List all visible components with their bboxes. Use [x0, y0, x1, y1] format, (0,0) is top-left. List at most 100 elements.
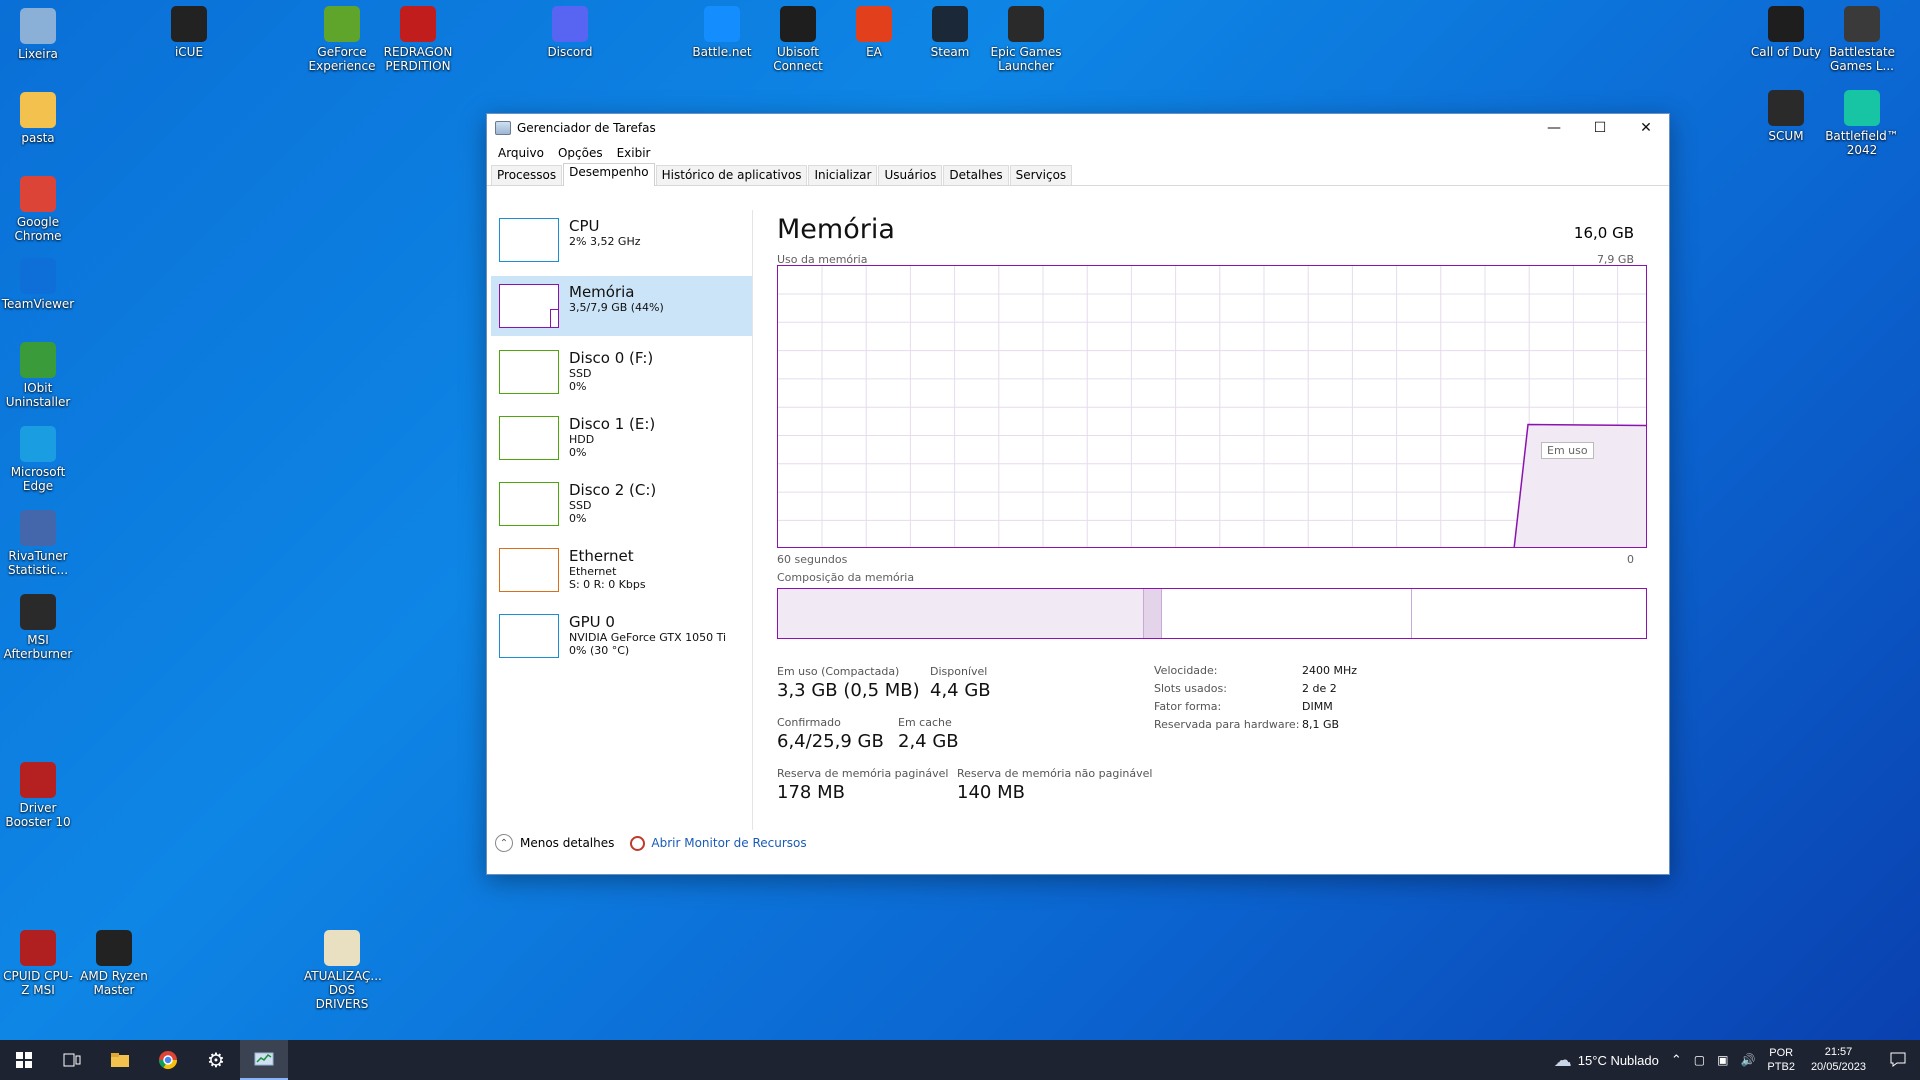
desktop-icon[interactable]: Google Chrome [0, 176, 76, 243]
menu-arquivo[interactable]: Arquivo [491, 146, 551, 160]
desktop-icon[interactable]: Lixeira [0, 8, 76, 61]
desktop-icon[interactable]: pasta [0, 92, 76, 145]
volume-icon[interactable]: 🔊 [1734, 1053, 1761, 1067]
resource-detail: 2% 3,52 GHz [569, 235, 641, 248]
maximize-button[interactable]: ☐ [1577, 114, 1623, 142]
tab-detalhes[interactable]: Detalhes [943, 165, 1009, 185]
desktop-icon[interactable]: CPUID CPU-Z MSI [0, 930, 76, 997]
tray-app-icon[interactable]: ▢ [1688, 1053, 1711, 1067]
resource-item[interactable]: Disco 2 (C:) SSD 0% [491, 474, 752, 534]
task-manager-taskbar-button[interactable] [240, 1040, 288, 1080]
menu-exibir[interactable]: Exibir [610, 146, 658, 160]
usage-graph-svg [778, 266, 1646, 547]
graph-tooltip: Em uso [1541, 442, 1594, 459]
desktop-icon[interactable]: EA [836, 6, 912, 59]
detail-value: 2400 MHz [1302, 664, 1358, 677]
desktop-icon-label: IObit Uninstaller [5, 381, 71, 409]
memory-usage-graph[interactable]: Em uso [777, 265, 1647, 548]
resource-item[interactable]: Ethernet Ethernet S: 0 R: 0 Kbps [491, 540, 752, 600]
tab-historico[interactable]: Histórico de aplicativos [655, 165, 808, 185]
desktop-icon-label: CPUID CPU-Z MSI [3, 969, 73, 997]
folder-icon [111, 1053, 129, 1067]
windows-logo-icon [16, 1052, 32, 1068]
tab-inicializar[interactable]: Inicializar [808, 165, 878, 185]
chevron-up-icon[interactable]: ⌃ [1665, 1052, 1688, 1068]
desktop-icon[interactable]: TeamViewer [0, 258, 76, 311]
rivatuner-icon [20, 510, 56, 546]
clock-date: 20/05/2023 [1810, 1061, 1866, 1073]
memory-panel: Memória 16,0 GB Uso da memória 7,9 GB Em… [777, 210, 1657, 830]
desktop-icon[interactable]: Battle.net [684, 6, 760, 59]
network-icon[interactable]: ▣ [1711, 1053, 1734, 1067]
desktop-icon[interactable]: MSI Afterburner [0, 594, 76, 661]
fewer-details-link[interactable]: Menos detalhes [520, 836, 614, 850]
tab-usuarios[interactable]: Usuários [878, 165, 943, 185]
file-explorer-button[interactable] [96, 1040, 144, 1080]
desktop-icon[interactable]: RivaTuner Statistic... [0, 510, 76, 577]
desktop-icon[interactable]: REDRAGON PERDITION [380, 6, 456, 73]
desktop-icon-label: Lixeira [18, 47, 58, 61]
resource-item[interactable]: Disco 0 (F:) SSD 0% [491, 342, 752, 402]
memory-details: Velocidade: 2400 MHz Slots usados: 2 de 2 Fa… [1154, 664, 1357, 736]
resource-detail: SSD [569, 499, 592, 512]
resource-item[interactable]: CPU 2% 3,52 GHz [491, 210, 752, 270]
stat-committed: Confirmado 6,4/25,9 GB [777, 716, 884, 752]
desktop-icon[interactable]: IObit Uninstaller [0, 342, 76, 409]
language-code: POR [1769, 1047, 1794, 1059]
scum-icon [1768, 90, 1804, 126]
composition-standby [1162, 589, 1412, 638]
resource-item[interactable]: GPU 0 NVIDIA GeForce GTX 1050 Ti 0% (30 °C… [491, 606, 752, 666]
desktop-icon[interactable]: iCUE [151, 6, 227, 59]
ryzen-icon [96, 930, 132, 966]
desktop-icon[interactable]: Epic Games Launcher [988, 6, 1064, 73]
language-indicator[interactable]: POR PTB2 [1761, 1046, 1801, 1074]
resource-detail: Ethernet [569, 565, 617, 578]
resource-monitor-icon [630, 835, 646, 851]
tab-desempenho[interactable]: Desempenho [563, 163, 655, 186]
desktop-icon[interactable]: AMD Ryzen Master [76, 930, 152, 997]
resource-item[interactable]: Disco 1 (E:) HDD 0% [491, 408, 752, 468]
driver-booster-icon [20, 762, 56, 798]
geforce-icon [324, 6, 360, 42]
desktop-icon[interactable]: Ubisoft Connect [760, 6, 836, 73]
menu-bar: Arquivo Opções Exibir [487, 142, 1669, 164]
task-view-button[interactable] [48, 1040, 96, 1080]
memory-composition-bar[interactable] [777, 588, 1647, 639]
weather-widget[interactable]: ☁ 15°C Nublado [1548, 1050, 1665, 1071]
desktop-icon[interactable]: GeForce Experience [304, 6, 380, 73]
desktop-icon-label: SCUM [1768, 129, 1804, 143]
settings-taskbar-button[interactable]: ⚙ [192, 1040, 240, 1080]
detail-value: DIMM [1302, 700, 1333, 713]
desktop-icon[interactable]: Steam [912, 6, 988, 59]
menu-opcoes[interactable]: Opções [551, 146, 610, 160]
desktop-icon[interactable]: Microsoft Edge [0, 426, 76, 493]
page-title: Memória [777, 214, 895, 245]
desktop-icon[interactable]: ATUALIZAÇ... DOS DRIVERS [304, 930, 382, 1011]
cpuz-icon [20, 930, 56, 966]
steam-icon [932, 6, 968, 42]
battlestate-icon [1844, 6, 1880, 42]
notifications-button[interactable] [1876, 1051, 1920, 1070]
chevron-up-icon[interactable]: ⌃ [495, 834, 513, 852]
title-bar[interactable]: Gerenciador de Tarefas — ☐ ✕ [487, 114, 1669, 142]
resource-item[interactable]: Memória 3,5/7,9 GB (44%) [491, 276, 752, 336]
close-button[interactable]: ✕ [1623, 114, 1669, 142]
battlefield-icon [1844, 90, 1880, 126]
ubisoft-icon [780, 6, 816, 42]
clock[interactable]: 21:57 20/05/2023 [1801, 1045, 1876, 1075]
desktop-icon[interactable]: Battlefield™ 2042 [1824, 90, 1900, 157]
tab-servicos[interactable]: Serviços [1009, 165, 1073, 185]
detail-row: Velocidade: 2400 MHz [1154, 664, 1357, 682]
desktop-icon[interactable]: Driver Booster 10 [0, 762, 76, 829]
desktop-icon[interactable]: Call of Duty [1748, 6, 1824, 59]
minimize-button[interactable]: — [1531, 114, 1577, 142]
open-resource-monitor-link[interactable]: Abrir Monitor de Recursos [651, 836, 806, 850]
chrome-taskbar-button[interactable] [144, 1040, 192, 1080]
composition-free [1412, 589, 1646, 638]
tab-processos[interactable]: Processos [491, 165, 563, 185]
desktop-icon[interactable]: Discord [532, 6, 608, 59]
desktop-icon[interactable]: Battlestate Games L... [1824, 6, 1900, 73]
start-button[interactable] [0, 1040, 48, 1080]
notification-icon [1890, 1052, 1906, 1067]
desktop-icon[interactable]: SCUM [1748, 90, 1824, 143]
